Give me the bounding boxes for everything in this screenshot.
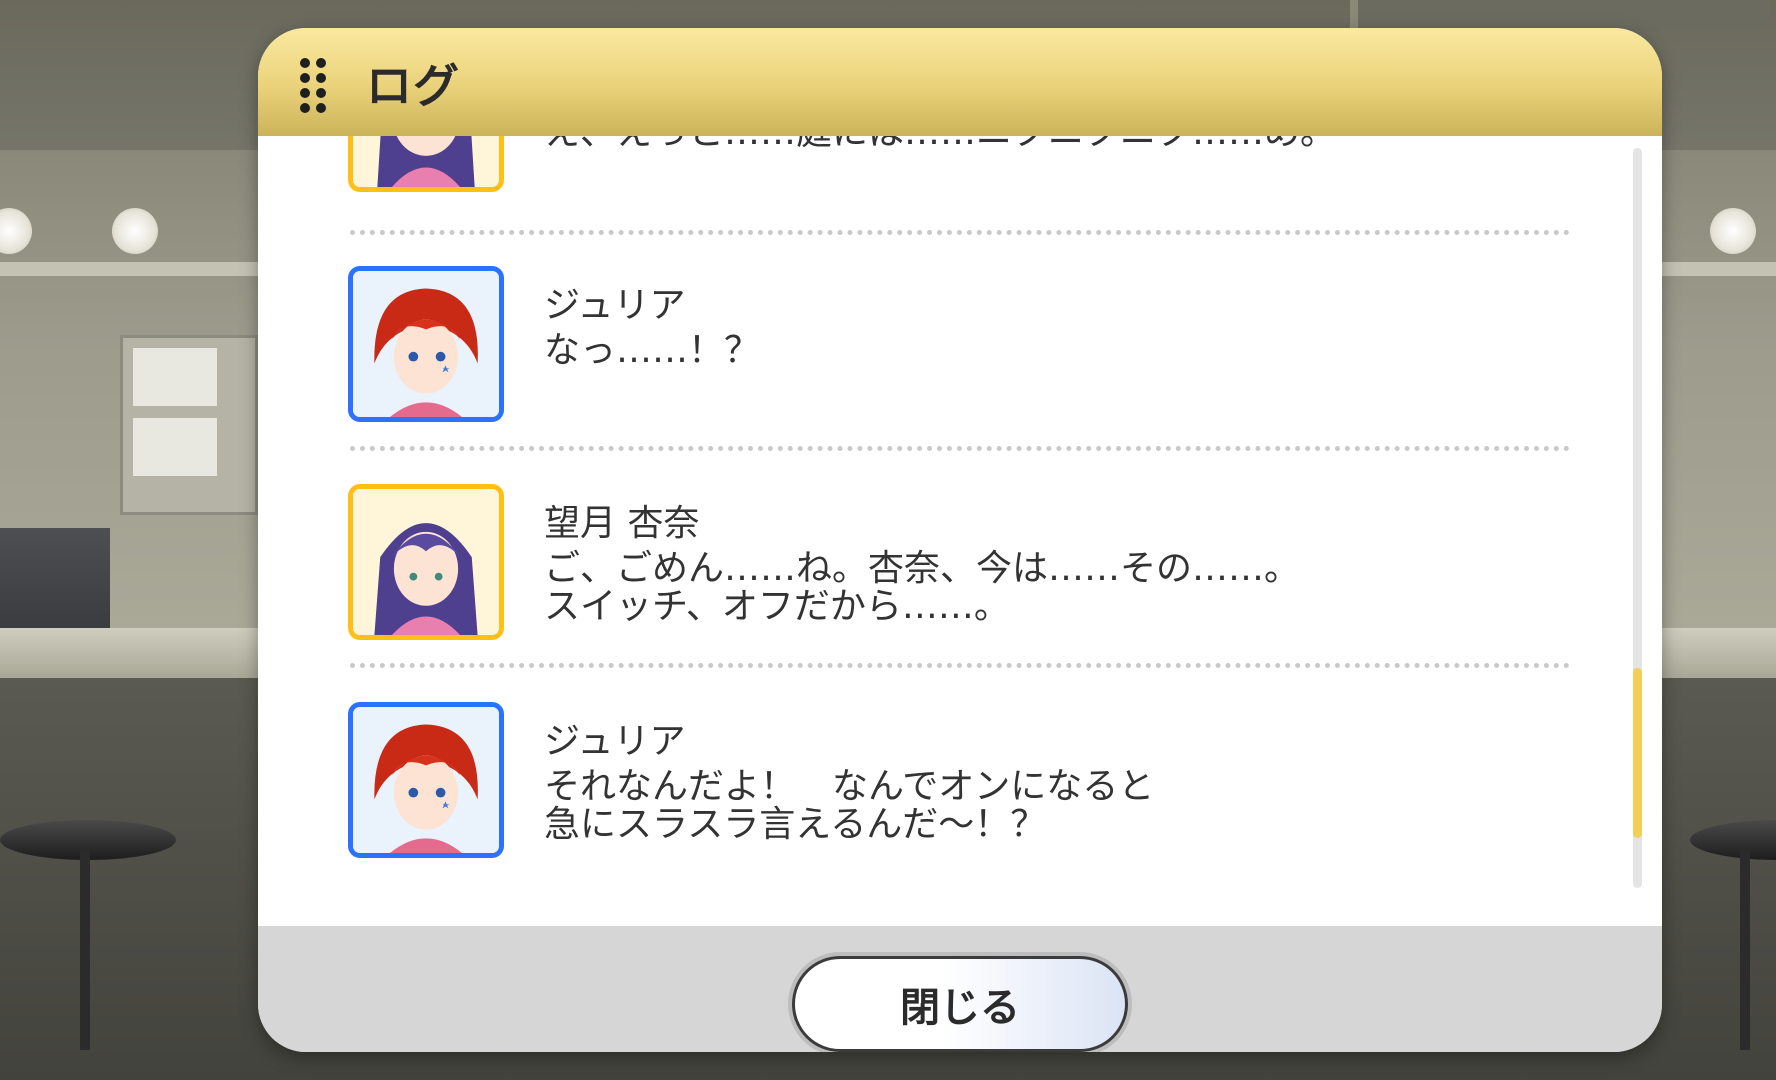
stool-leg [1740, 850, 1750, 1050]
speaker-name: ジュリア [544, 721, 686, 762]
stool-leg [80, 850, 90, 1050]
avatar-anna [348, 136, 504, 192]
scrollbar[interactable] [1633, 148, 1642, 888]
log-separator [350, 663, 1570, 668]
log-entry: え、えっと……庭には……ニクニクニク……め。 [348, 136, 1548, 236]
speaker-name: 望月 杏奈 [544, 503, 700, 544]
purple-hair-girl-portrait-icon [353, 136, 499, 187]
close-button[interactable]: 閉じる [792, 956, 1128, 1052]
dialogue-text: え、えっと……庭には……ニクニクニク……め。 [544, 136, 1544, 152]
speaker-name: ジュリア [544, 285, 686, 326]
mirror-lamp [112, 208, 158, 254]
bulletin-board [120, 335, 258, 515]
notice-paper [133, 348, 217, 406]
log-scroll-content: え、えっと……庭には……ニクニクニク……め。 [258, 136, 1662, 926]
log-dialog: ログ え、えっと……庭には……ニクニクニク……め。 [258, 28, 1662, 1052]
purple-hair-girl-portrait-icon [353, 489, 499, 635]
avatar-julia [348, 702, 504, 858]
red-hair-girl-portrait-icon [353, 271, 499, 417]
log-entry: 望月 杏奈 ご、ごめん……ね。杏奈、今は……その……。 スイッチ、オフだから……… [348, 484, 1548, 684]
log-entry: ジュリア それなんだよ！ なんでオンになると 急にスラスラ言えるんだ～！？ [348, 702, 1548, 902]
log-separator [350, 230, 1570, 235]
log-list[interactable]: え、えっと……庭には……ニクニクニク……め。 [258, 136, 1662, 926]
dialogue-text: それなんだよ！ なんでオンになると 急にスラスラ言えるんだ～！？ [544, 766, 1155, 845]
scrollbar-thumb[interactable] [1633, 668, 1642, 838]
dialogue-text: なっ……！？ [544, 330, 761, 371]
avatar-anna [348, 484, 504, 640]
dialogue-text: ご、ごめん……ね。杏奈、今は……その……。 スイッチ、オフだから……。 [544, 548, 1301, 627]
monitor [0, 528, 110, 628]
red-hair-girl-portrait-icon [353, 707, 499, 853]
door-frame [1350, 0, 1770, 30]
mirror-lamp [1710, 208, 1756, 254]
dialog-footer: 閉じる [258, 926, 1662, 1052]
dialog-title: ログ [366, 59, 460, 113]
avatar-julia [348, 266, 504, 422]
drag-handle-icon[interactable] [300, 58, 326, 113]
dialog-header: ログ [258, 28, 1662, 136]
notice-paper [133, 418, 217, 476]
log-entry: ジュリア なっ……！？ [348, 266, 1548, 466]
log-separator [350, 446, 1570, 451]
